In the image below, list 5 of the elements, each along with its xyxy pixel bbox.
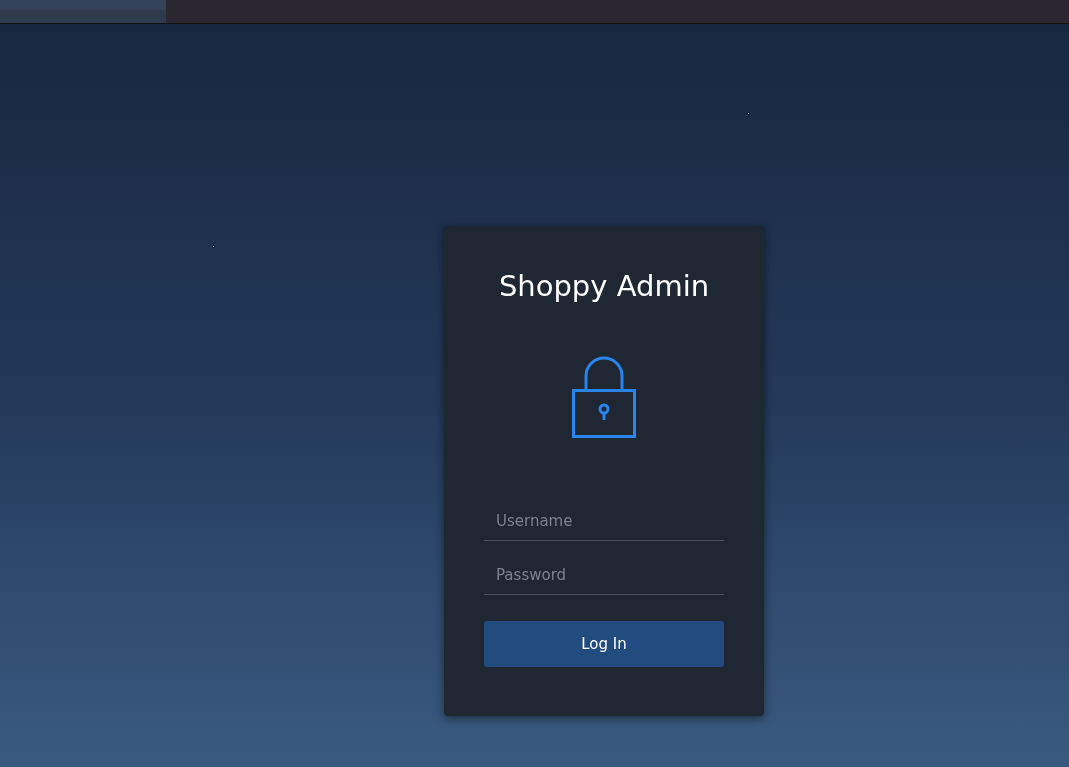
padlock-icon <box>572 356 636 438</box>
input-field[interactable]: Password <box>484 554 724 595</box>
login-title: Shoppy Admin <box>498 268 710 305</box>
input-field[interactable]: Username <box>484 500 724 541</box>
login-button[interactable]: Log In <box>484 621 724 667</box>
